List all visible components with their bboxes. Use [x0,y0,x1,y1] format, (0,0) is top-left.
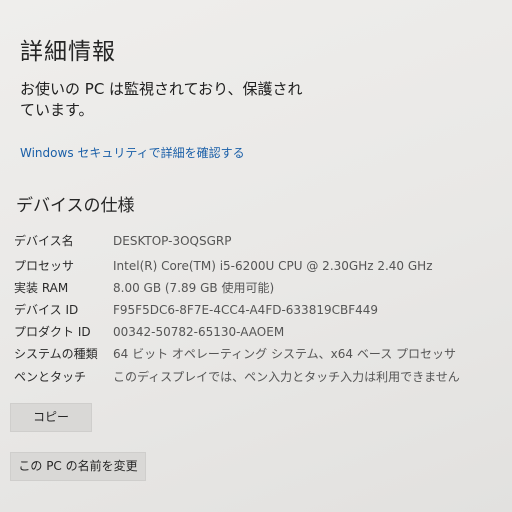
spec-row-device-name: デバイス名 DESKTOP-3OQSGRP [14,231,504,251]
spec-label: プロセッサ [14,259,75,273]
spec-label: デバイス名 [14,234,74,248]
protection-status-line-2: ています。 [20,101,94,119]
spec-label: プロダクト ID [14,325,91,339]
spec-value: 64 ビット オペレーティング システム、x64 ベース プロセッサ [113,347,457,361]
device-specs-heading: デバイスの仕様 [16,196,135,216]
spec-value: 8.00 GB (7.89 GB 使用可能) [113,281,275,295]
spec-value: F95F5DC6-8F7E-4CC4-A4FD-633819CBF449 [113,303,379,317]
spec-value: DESKTOP-3OQSGRP [113,234,232,248]
spec-row-ram: 実装 RAM 8.00 GB (7.89 GB 使用可能) [14,278,504,298]
spec-row-product-id: プロダクト ID 00342-50782-65130-AAOEM [14,322,504,342]
spec-row-device-id: デバイス ID F95F5DC6-8F7E-4CC4-A4FD-633819CB… [14,300,504,320]
spec-value: 00342-50782-65130-AAOEM [113,325,285,339]
rename-pc-button[interactable]: この PC の名前を変更 [10,452,146,481]
page-title: 詳細情報 [20,39,116,65]
spec-row-processor: プロセッサ Intel(R) Core(TM) i5-6200U CPU @ 2… [14,256,504,276]
spec-label: 実装 RAM [14,281,69,295]
spec-label: ペンとタッチ [14,370,87,384]
protection-status-text: お使いの PC は監視されており、保護され ています。 [20,79,320,121]
spec-row-system-type: システムの種類 64 ビット オペレーティング システム、x64 ベース プロセ… [14,344,504,364]
about-settings-page: 詳細情報 お使いの PC は監視されており、保護され ています。 Windows… [0,0,512,512]
spec-label: デバイス ID [14,303,79,317]
windows-security-link[interactable]: Windows セキュリティで詳細を確認する [20,144,245,161]
spec-value: このディスプレイでは、ペン入力とタッチ入力は利用できません [113,370,460,384]
spec-label: システムの種類 [14,347,98,361]
spec-row-pen-touch: ペンとタッチ このディスプレイでは、ペン入力とタッチ入力は利用できません [14,367,504,387]
spec-value: Intel(R) Core(TM) i5-6200U CPU @ 2.30GHz… [113,259,433,273]
copy-button[interactable]: コピー [10,403,92,432]
protection-status-line-1: お使いの PC は監視されており、保護され [20,80,303,98]
